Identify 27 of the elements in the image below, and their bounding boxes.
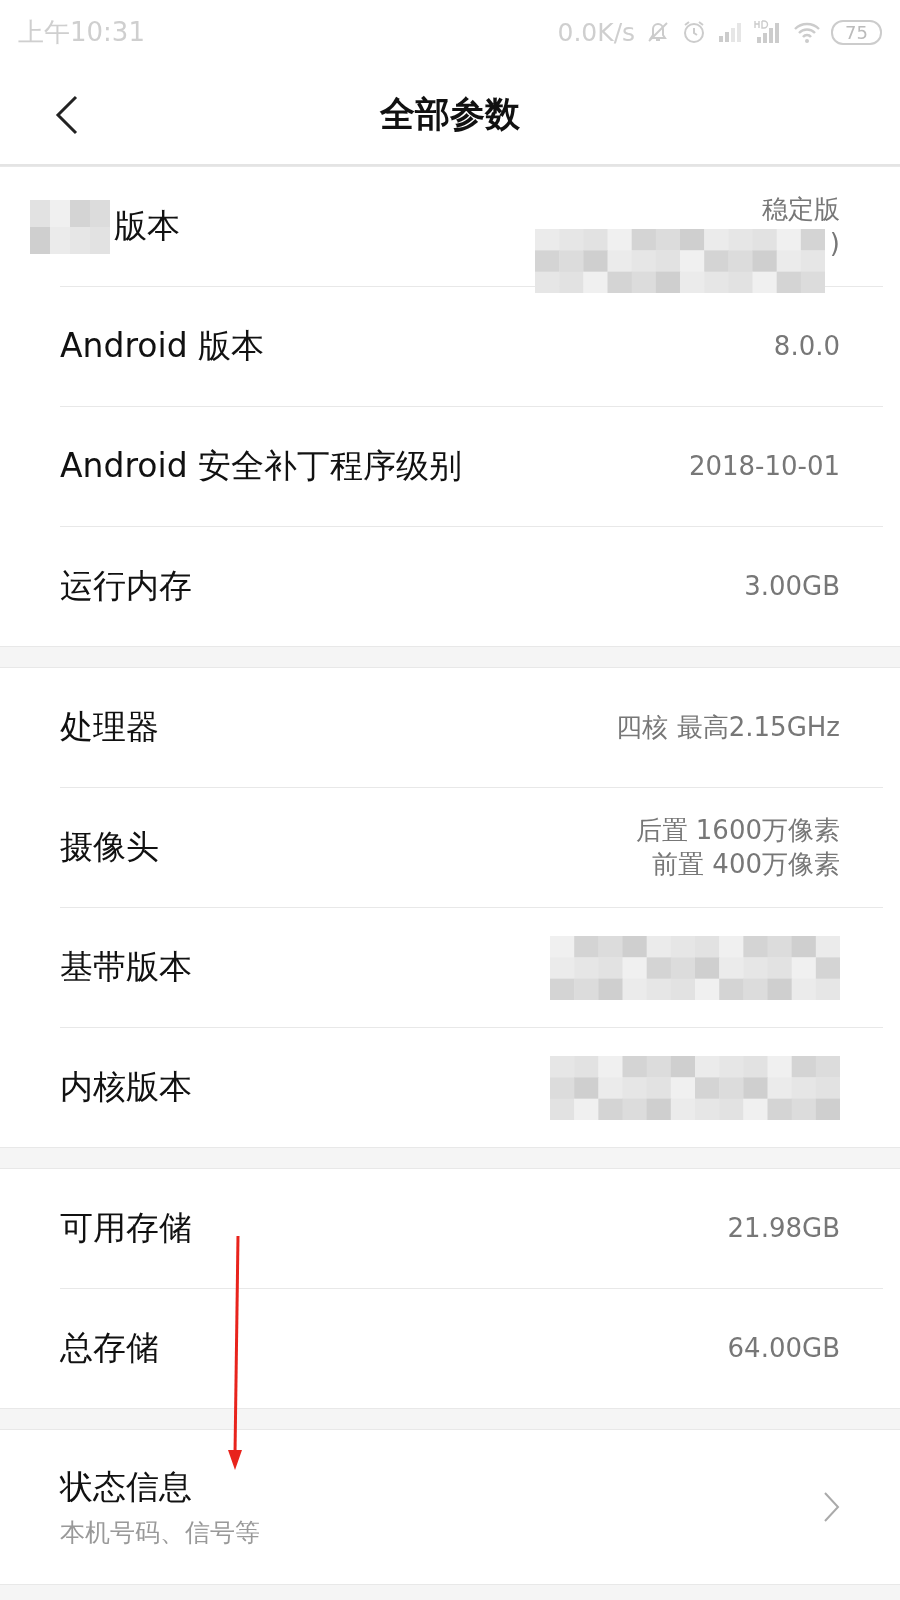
param-label: 可用存储 [60, 1207, 192, 1249]
param-label: 摄像头 [60, 826, 159, 868]
param-value: 64.00GB [727, 1331, 840, 1365]
param-label: 内核版本 [60, 1066, 192, 1108]
param-value: 2018-10-01 [688, 449, 840, 483]
param-label: 总存储 [60, 1327, 159, 1369]
param-value: 8.0.0 [773, 329, 840, 363]
param-value: 21.98GB [727, 1211, 840, 1245]
param-value: 后置 1600万像素 [635, 813, 840, 847]
param-value: 3.00GB [744, 569, 840, 603]
item-title: 状态信息 [60, 1466, 193, 1508]
item-subtitle: 本机号码、信号等 [60, 1517, 260, 1549]
param-value: ) [829, 226, 840, 260]
param-label: 运行内存 [60, 565, 192, 607]
param-label: 基带版本 [60, 946, 192, 988]
param-label: Android 版本 [60, 325, 265, 367]
wifi-icon [793, 20, 822, 44]
param-label: 处理器 [60, 706, 159, 748]
param-label: Android 安全补丁程序级别 [60, 445, 463, 487]
param-value: 四核 最高2.15GHz [616, 710, 840, 744]
signal-icon [717, 20, 744, 44]
battery-indicator: 75 [831, 19, 882, 45]
param-label: 版本 [114, 205, 180, 247]
page-title: 全部参数 [380, 92, 520, 136]
param-value: 稳定版 [762, 192, 840, 226]
chevron-right-icon [822, 1491, 840, 1523]
param-value: 前置 400万像素 [652, 847, 840, 881]
